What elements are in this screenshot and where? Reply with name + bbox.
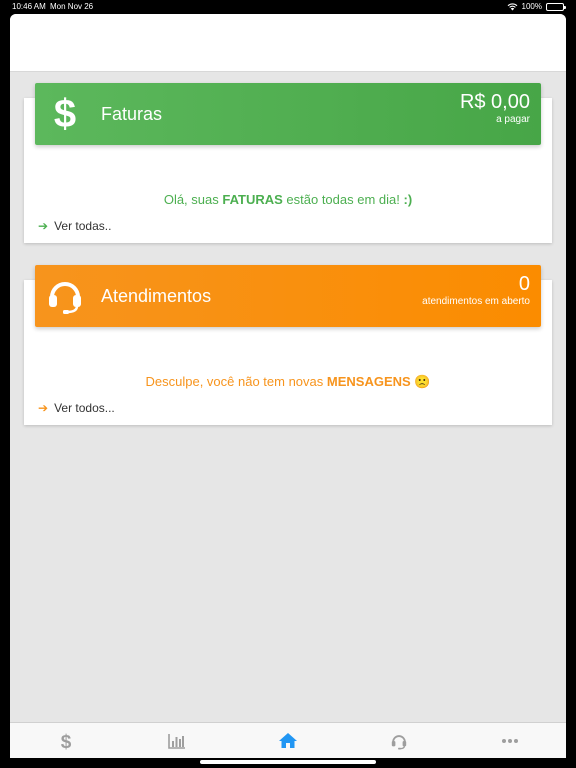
battery-icon	[546, 2, 566, 11]
faturas-amount: R$ 0,00	[459, 91, 530, 113]
home-icon	[279, 733, 297, 748]
faturas-message: Olá, suas FATURAS estão todas em dia! :)	[24, 192, 552, 207]
faturas-message-bold: FATURAS	[222, 192, 283, 207]
tab-home[interactable]	[232, 723, 343, 758]
tab-bar: $	[10, 722, 566, 758]
bar-chart-icon	[167, 733, 185, 749]
tab-charts[interactable]	[121, 723, 232, 758]
status-right: 100%	[507, 0, 566, 13]
atendimentos-message-prefix: Desculpe, você não tem novas	[145, 374, 327, 389]
atendimentos-count-label: atendimentos em aberto	[422, 296, 530, 307]
atendimentos-message-bold: MENSAGENS	[326, 374, 411, 389]
atendimentos-banner[interactable]: Atendimentos 0 atendimentos em aberto	[35, 265, 541, 327]
status-date: Mon Nov 26	[50, 2, 94, 11]
dollar-icon: $	[43, 91, 87, 135]
headset-icon	[43, 273, 87, 317]
faturas-banner[interactable]: $ Faturas R$ 0,00 a pagar	[35, 83, 541, 145]
app-header	[10, 14, 566, 72]
tab-support[interactable]	[344, 723, 455, 758]
status-bar: 10:46 AM Mon Nov 26 100%	[0, 0, 576, 13]
atendimentos-count: 0	[518, 273, 530, 295]
dollar-icon: $	[60, 732, 71, 751]
faturas-amount-label: a pagar	[496, 114, 530, 125]
faturas-message-end: :)	[403, 192, 413, 207]
tab-faturas[interactable]: $	[10, 723, 121, 758]
atendimentos-link-label: Ver todos...	[54, 401, 115, 415]
svg-text:$: $	[60, 732, 71, 751]
battery-percent: 100%	[521, 2, 542, 11]
more-icon	[502, 738, 519, 743]
wifi-icon	[507, 2, 517, 10]
atendimentos-see-all-link[interactable]: ➔ Ver todos...	[38, 401, 115, 415]
faturas-title: Faturas	[101, 104, 163, 124]
svg-text:$: $	[54, 93, 76, 133]
app-screen: $ Faturas R$ 0,00 a pagar Olá, suas FATU…	[10, 14, 566, 758]
atendimentos-message: Desculpe, você não tem novas MENSAGENS 🙁	[24, 374, 552, 390]
status-time: 10:46 AM	[12, 2, 46, 11]
arrow-right-icon: ➔	[38, 219, 49, 233]
headset-icon	[392, 734, 407, 750]
atendimentos-title: Atendimentos	[101, 286, 212, 306]
faturas-link-label: Ver todas..	[54, 219, 112, 233]
faturas-card: $ Faturas R$ 0,00 a pagar Olá, suas FATU…	[24, 83, 552, 243]
atendimentos-card: Atendimentos 0 atendimentos em aberto De…	[24, 265, 552, 425]
faturas-message-prefix: Olá, suas	[163, 192, 223, 207]
arrow-right-icon: ➔	[38, 401, 49, 415]
faturas-message-mid: estão todas em dia!	[282, 192, 404, 207]
home-indicator	[200, 760, 376, 764]
tab-more[interactable]	[455, 723, 566, 758]
sad-face-icon: 🙁	[414, 374, 431, 389]
faturas-see-all-link[interactable]: ➔ Ver todas..	[38, 219, 111, 233]
